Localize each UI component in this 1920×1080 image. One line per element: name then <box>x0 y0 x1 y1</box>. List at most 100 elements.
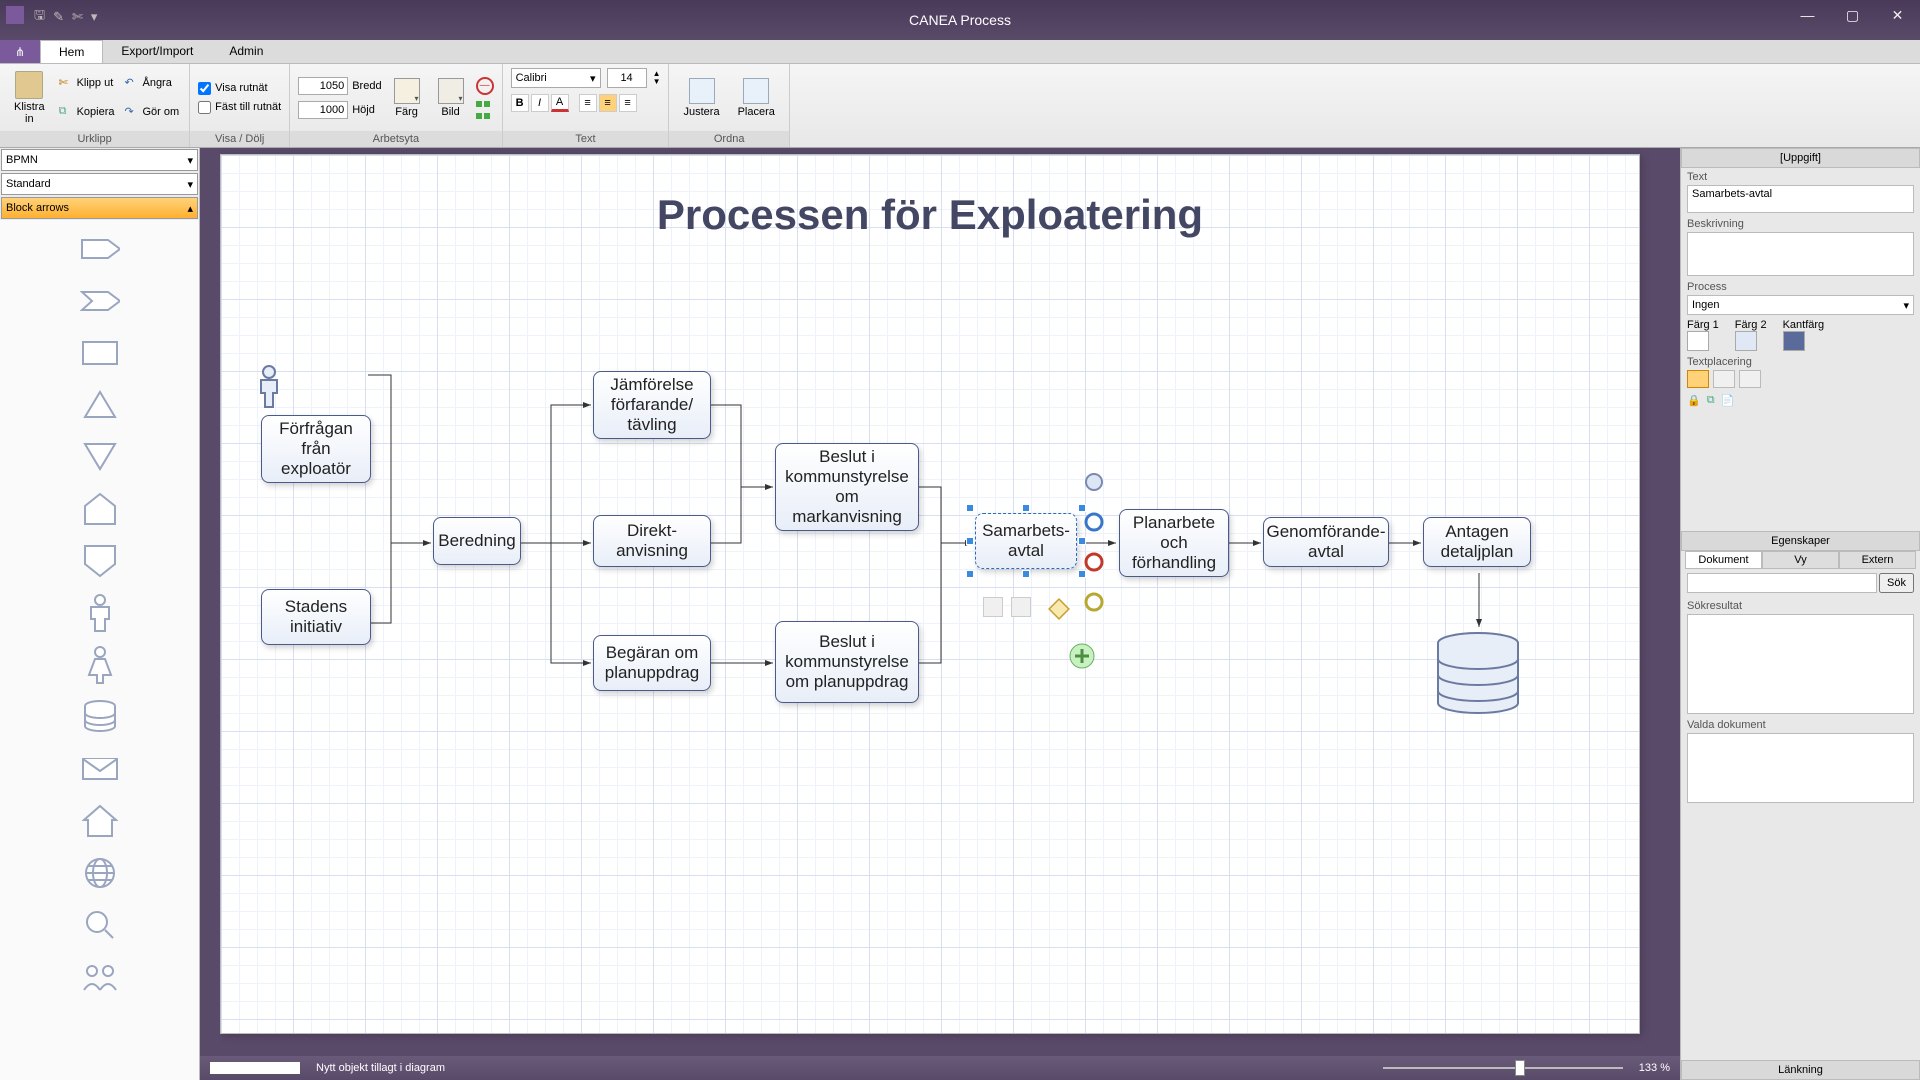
font-size-stepper[interactable]: ▲▼ <box>653 70 661 86</box>
undo-button[interactable]: ↶Ångra <box>122 75 181 91</box>
height-input[interactable] <box>298 101 348 119</box>
shape-list[interactable] <box>0 220 199 1080</box>
node-beslut-markanvisning[interactable]: Beslut i kommunstyrelse om markanvisning <box>775 443 919 531</box>
canvas-scroll[interactable]: Processen för Exploatering <box>220 148 1664 1056</box>
cut-button[interactable]: ✄Klipp ut <box>57 75 117 91</box>
shape-category-block-arrows[interactable]: Block arrows▴ <box>1 197 198 219</box>
delete-icon[interactable]: — <box>476 77 494 95</box>
shape-person-female-icon[interactable] <box>80 648 120 682</box>
gizmo-rect-icon[interactable] <box>1011 597 1031 617</box>
bg-image-button[interactable]: ▾Bild <box>432 76 470 120</box>
qat-save-icon[interactable]: 🖫 <box>34 6 45 28</box>
minimize-button[interactable]: — <box>1785 0 1830 30</box>
color2-swatch[interactable] <box>1735 331 1757 351</box>
shape-house-icon[interactable] <box>80 804 120 838</box>
app-menu-button[interactable]: ⋔ <box>0 40 40 63</box>
shape-arrow-right-icon[interactable] <box>80 232 120 266</box>
shape-pentagon-down-icon[interactable] <box>80 544 120 578</box>
gizmo-stop-icon[interactable] <box>1083 551 1105 576</box>
shape-magnifier-icon[interactable] <box>80 908 120 942</box>
shape-person-male-icon[interactable] <box>80 596 120 630</box>
shape-chevron-icon[interactable] <box>80 284 120 318</box>
node-planarbete[interactable]: Planarbete och förhandling <box>1119 509 1229 577</box>
gizmo-diamond-icon[interactable] <box>1047 597 1071 624</box>
redo-button[interactable]: ↷Gör om <box>122 104 181 120</box>
show-grid-checkbox[interactable]: Visa rutnät <box>198 82 281 95</box>
bg-color-button[interactable]: ▾Färg <box>388 76 426 120</box>
search-input[interactable] <box>1687 573 1877 593</box>
shape-category-bpmn[interactable]: BPMN▾ <box>1 149 198 171</box>
close-button[interactable]: ✕ <box>1875 0 1920 30</box>
diagram-page[interactable]: Processen för Exploatering <box>220 154 1640 1034</box>
lock-icon[interactable]: 🔒 <box>1687 394 1701 407</box>
font-color-button[interactable]: A <box>551 94 569 112</box>
tab-vy[interactable]: Vy <box>1762 551 1839 569</box>
font-size-input[interactable] <box>607 68 647 88</box>
shape-mail-icon[interactable] <box>80 752 120 786</box>
node-jamforelse[interactable]: Jämförelse förfarande/ tävling <box>593 371 711 439</box>
actor-icon[interactable] <box>255 365 283 412</box>
font-family-select[interactable]: Calibri▾ <box>511 68 601 88</box>
tab-dokument[interactable]: Dokument <box>1685 551 1762 569</box>
shape-globe-icon[interactable] <box>80 856 120 890</box>
copy-props-icon[interactable]: ⧉ <box>1707 394 1715 407</box>
ribbon-group-workspace: Bredd Höjd ▾Färg ▾Bild — Arbetsyta <box>290 64 502 147</box>
snap-grid-checkbox[interactable]: Fäst till rutnät <box>198 101 281 114</box>
node-direktanvisning[interactable]: Direkt-anvisning <box>593 515 711 567</box>
diagram-title: Processen för Exploatering <box>657 191 1203 239</box>
textplace-opt2[interactable] <box>1713 370 1735 388</box>
textplace-opt1[interactable] <box>1687 370 1709 388</box>
color1-swatch[interactable] <box>1687 331 1709 351</box>
bold-button[interactable]: B <box>511 94 529 112</box>
qat-dropdown-icon[interactable]: ▾ <box>91 9 98 25</box>
width-input[interactable] <box>298 77 348 95</box>
shape-pentagon-up-icon[interactable] <box>80 492 120 526</box>
gizmo-circle-3[interactable] <box>1083 591 1105 616</box>
gizmo-circle-2[interactable] <box>1083 511 1105 536</box>
text-field[interactable]: Samarbets-avtal <box>1687 185 1914 213</box>
qat-cut-icon[interactable]: ✄ <box>72 9 83 25</box>
shape-database-icon[interactable] <box>80 700 120 734</box>
node-stadens-initiativ[interactable]: Stadens initiativ <box>261 589 371 645</box>
paste-button[interactable]: Klistra in <box>8 69 51 127</box>
node-genomforandeavtal[interactable]: Genomförande-avtal <box>1263 517 1389 567</box>
tab-admin[interactable]: Admin <box>211 40 281 63</box>
maximize-button[interactable]: ▢ <box>1830 0 1875 30</box>
selected-docs-list[interactable] <box>1687 733 1914 803</box>
textplace-opt3[interactable] <box>1739 370 1761 388</box>
shape-rect-icon[interactable] <box>80 336 120 370</box>
copy-button[interactable]: ⧉Kopiera <box>57 104 117 120</box>
node-beslut-planuppdrag[interactable]: Beslut i kommunstyrelse om planuppdrag <box>775 621 919 703</box>
shape-triangle-down-icon[interactable] <box>80 440 120 474</box>
gizmo-circle-1[interactable] <box>1083 471 1105 496</box>
title-bar: 🖫 ✎ ✄ ▾ CANEA Process — ▢ ✕ <box>0 0 1920 40</box>
align-right-button[interactable]: ≡ <box>619 94 637 112</box>
description-field[interactable] <box>1687 232 1914 276</box>
database-icon[interactable] <box>1433 631 1523 720</box>
qat-brush-icon[interactable]: ✎ <box>53 9 64 25</box>
node-samarbetsavtal[interactable]: Samarbets-avtal <box>975 513 1077 569</box>
tab-export-import[interactable]: Export/Import <box>103 40 211 63</box>
zoom-slider[interactable] <box>1383 1067 1623 1069</box>
tab-home[interactable]: Hem <box>40 40 103 63</box>
gizmo-rect2-icon[interactable] <box>983 597 1003 617</box>
node-antagen-detaljplan[interactable]: Antagen detaljplan <box>1423 517 1531 567</box>
tab-extern[interactable]: Extern <box>1839 551 1916 569</box>
edgecolor-swatch[interactable] <box>1783 331 1805 351</box>
align-objects-button[interactable]: Justera <box>677 76 725 120</box>
italic-button[interactable]: I <box>531 94 549 112</box>
align-left-button[interactable]: ≡ <box>579 94 597 112</box>
gizmo-add-icon[interactable] <box>1067 641 1097 674</box>
shape-category-standard[interactable]: Standard▾ <box>1 173 198 195</box>
node-forfragan[interactable]: Förfrågan från exploatör <box>261 415 371 483</box>
doc-icon[interactable]: 📄 <box>1721 394 1735 407</box>
place-objects-button[interactable]: Placera <box>732 76 781 120</box>
search-button[interactable]: Sök <box>1879 573 1914 593</box>
node-beredning[interactable]: Beredning <box>433 517 521 565</box>
shape-triangle-up-icon[interactable] <box>80 388 120 422</box>
node-begaran-planuppdrag[interactable]: Begäran om planuppdrag <box>593 635 711 691</box>
search-results-list[interactable] <box>1687 614 1914 714</box>
process-select[interactable]: Ingen▾ <box>1687 295 1914 315</box>
shape-group-icon[interactable] <box>80 960 120 994</box>
align-center-button[interactable]: ≡ <box>599 94 617 112</box>
